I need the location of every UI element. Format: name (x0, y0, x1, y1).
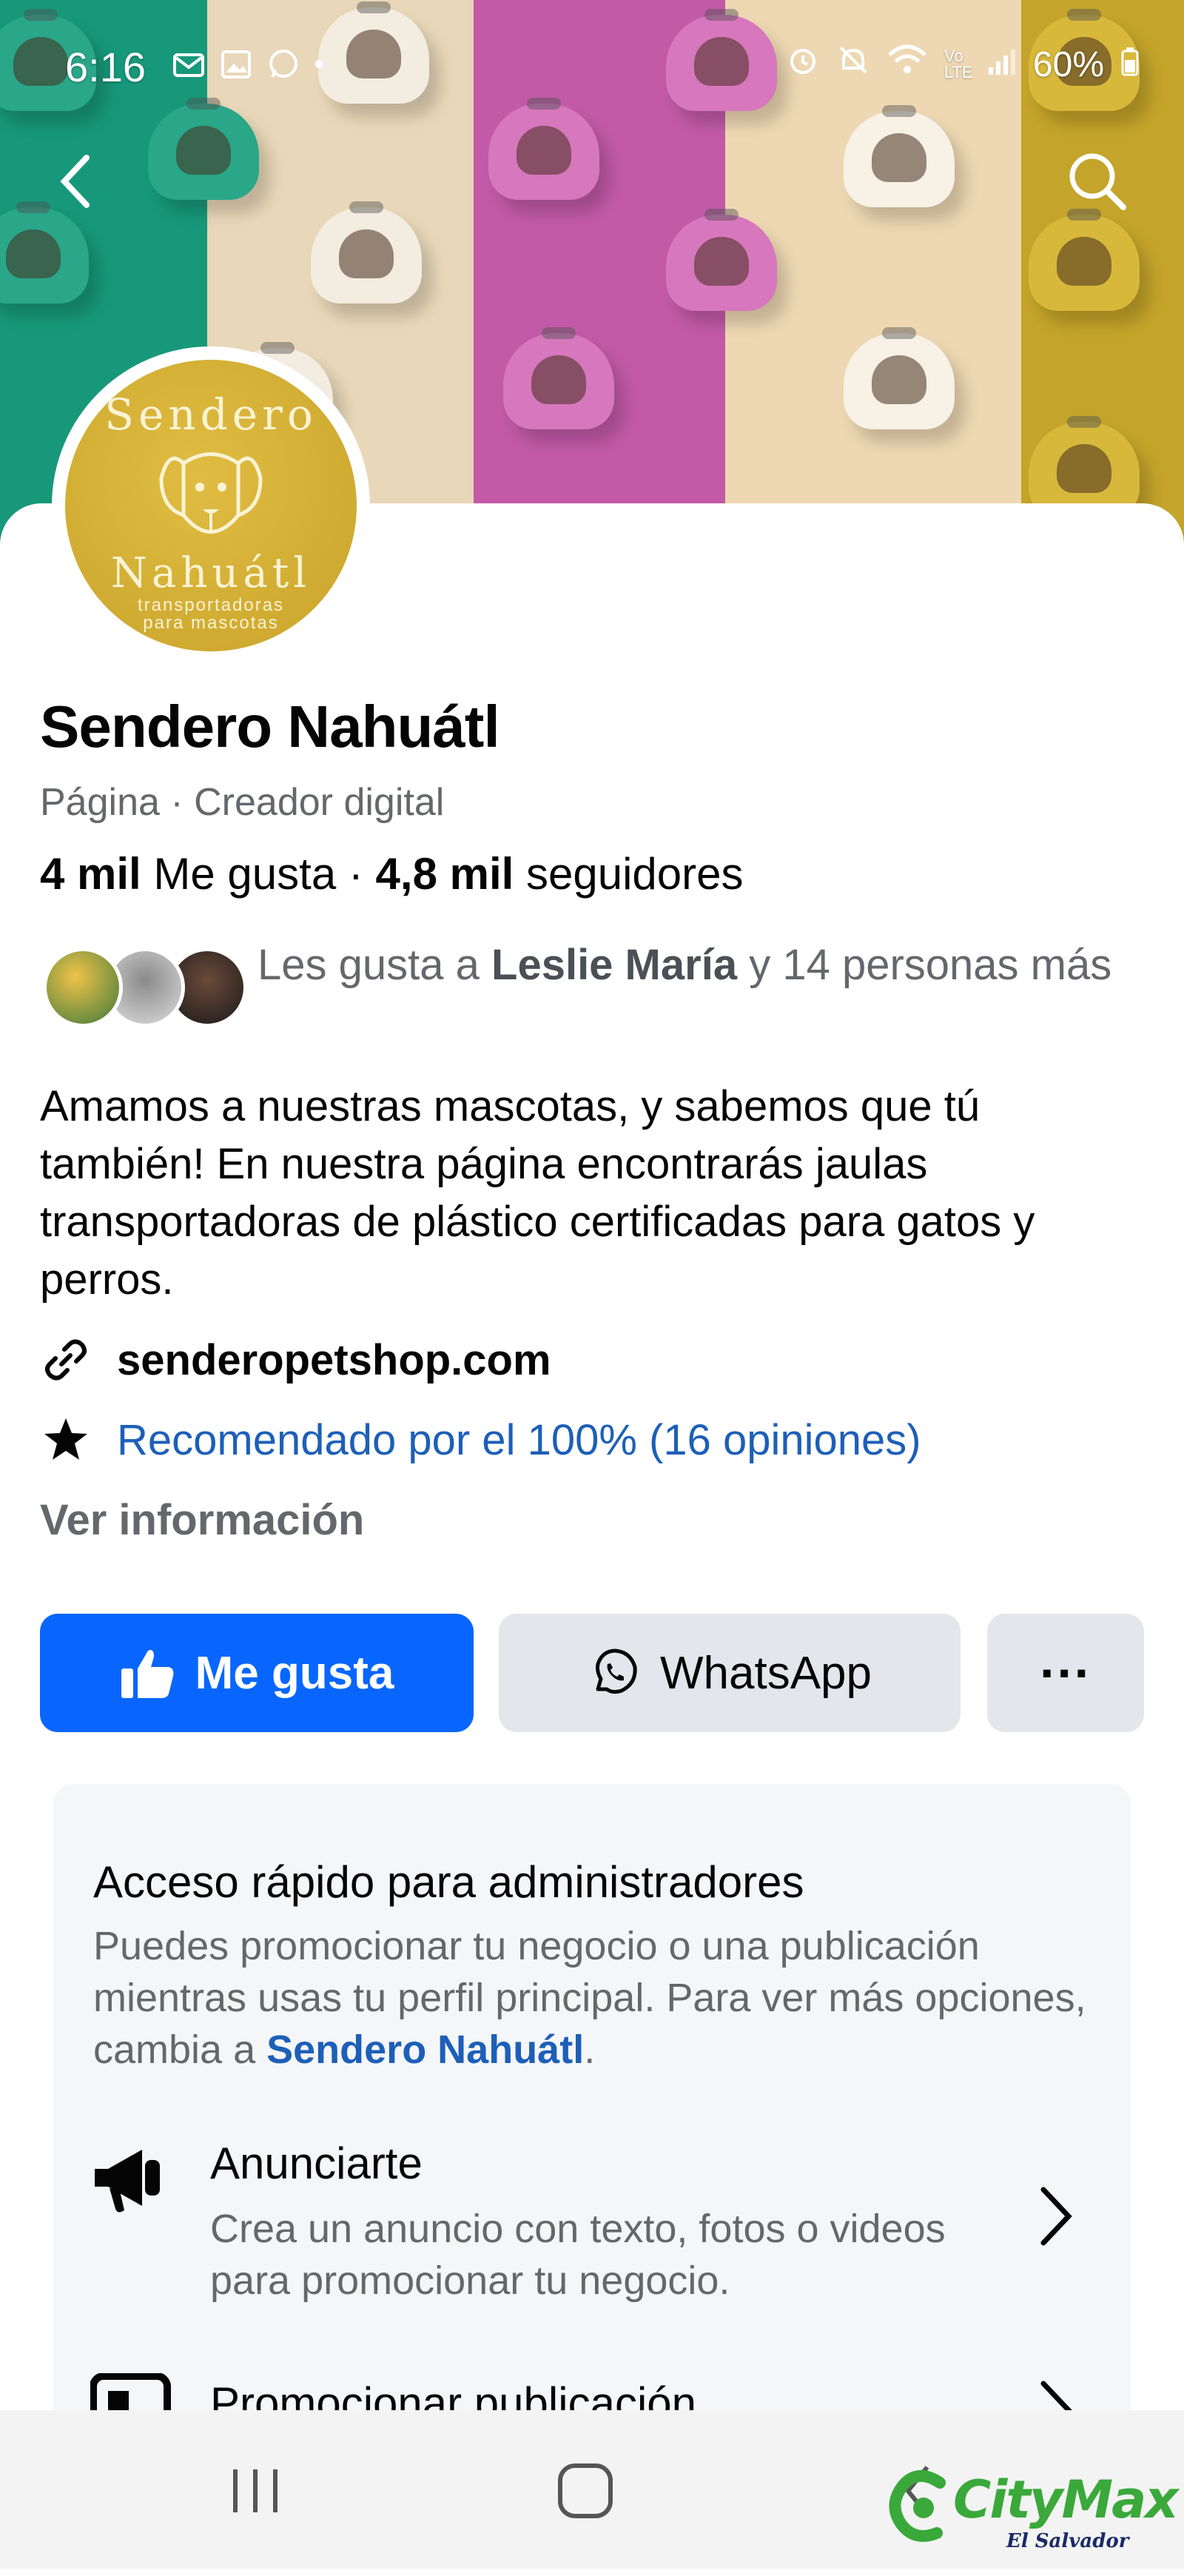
whatsapp-notification-icon (266, 47, 300, 90)
admin-card-text-end: . (584, 2027, 596, 2072)
thumbs-up-icon (121, 1650, 174, 1698)
website-row[interactable]: senderopetshop.com (40, 1334, 551, 1386)
logo-subtitle: transportadoras para mascotas (65, 597, 357, 632)
mail-notification-icon (172, 47, 206, 90)
home-button[interactable] (545, 2450, 626, 2532)
whatsapp-button[interactable]: WhatsApp (499, 1614, 961, 1732)
recommendation-row[interactable]: Recomendado por el 100% (16 opiniones) (40, 1414, 921, 1466)
pet-carrier (311, 201, 422, 303)
advertise-description: Crea un anuncio con texto, fotos o video… (210, 2207, 946, 2303)
whatsapp-icon (595, 1648, 637, 1694)
lte-label: Vo LTE (944, 47, 973, 81)
like-button[interactable]: Me gusta (40, 1614, 474, 1732)
megaphone-icon (90, 2139, 172, 2221)
wifi-icon (887, 43, 928, 86)
system-icons: Vo LTE 60% (786, 43, 1140, 86)
watermark-subtitle: El Salvador (1006, 2530, 1129, 2552)
chevron-left-icon (60, 155, 90, 208)
friend-avatars[interactable] (43, 947, 250, 1036)
battery-icon (1120, 44, 1140, 85)
pet-carrier (666, 209, 777, 311)
dot-icon: • (314, 48, 325, 81)
avatar (43, 947, 123, 1027)
back-button[interactable] (36, 141, 117, 222)
home-icon (558, 2463, 613, 2518)
signal-icon (987, 44, 1017, 85)
followers-label: seguidores (525, 849, 744, 899)
recent-apps-button[interactable] (215, 2450, 296, 2532)
logo-subtitle-line: transportadoras (137, 595, 285, 615)
watermark-brand: CityMax (953, 2469, 1179, 2530)
website-link[interactable]: senderopetshop.com (117, 1335, 551, 1385)
pet-carrier (1029, 209, 1140, 311)
like-button-label: Me gusta (195, 1647, 394, 1699)
gallery-notification-icon (219, 47, 253, 90)
see-info-link[interactable]: Ver información (40, 1495, 364, 1545)
admin-card-title: Acceso rápido para administradores (93, 1857, 804, 1907)
recommendation-link[interactable]: Recomendado por el 100% (16 opiniones) (117, 1415, 921, 1465)
page-description: Amamos a nuestras mascotas, y sabemos qu… (40, 1082, 1035, 1304)
likes-label: Me gusta (153, 849, 337, 899)
pet-carrier (844, 327, 955, 429)
page-title: Sendero Nahuátl (40, 694, 500, 759)
mute-icon (836, 43, 870, 86)
chevron-right-icon[interactable] (1029, 2179, 1080, 2253)
friends-prefix: Les gusta a (258, 941, 480, 989)
friend-name[interactable]: Leslie María (491, 941, 737, 989)
more-icon: ··· (1040, 1644, 1092, 1702)
stats-separator: · (336, 849, 376, 899)
advertise-title[interactable]: Anunciarte (210, 2138, 423, 2189)
logo-text-top: Sendero (104, 389, 317, 440)
recent-apps-icon (233, 2469, 278, 2512)
dog-logo-icon (159, 452, 263, 534)
star-icon (40, 1414, 92, 1466)
switch-profile-link[interactable]: Sendero Nahuátl (266, 2027, 584, 2072)
page-category: Página · Creador digital (40, 781, 445, 824)
logo-subtitle-line: para mascotas (143, 613, 279, 633)
link-icon (40, 1334, 92, 1386)
search-button[interactable] (1057, 141, 1138, 222)
citymax-logo-icon (889, 2470, 946, 2542)
status-time: 6:16 (65, 44, 146, 90)
battery-level: 60% (1032, 44, 1104, 84)
notification-icons: • (172, 47, 324, 90)
alarm-icon (786, 43, 820, 86)
whatsapp-button-label: WhatsApp (659, 1647, 872, 1699)
likes-count: 4 mil (40, 849, 141, 899)
followers-count: 4,8 mil (375, 849, 514, 899)
admin-card-description: Puedes promocionar tu negocio o una publ… (93, 1920, 1100, 2076)
search-icon (1069, 153, 1126, 210)
pet-carrier (503, 327, 614, 429)
page-stats[interactable]: 4 mil Me gusta · 4,8 mil seguidores (40, 848, 744, 899)
status-bar: 6:16 • Vo LTE 60% (0, 0, 1184, 133)
more-options-button[interactable]: ··· (987, 1614, 1144, 1732)
friends-suffix: y 14 personas más (749, 941, 1112, 989)
profile-picture[interactable]: Sendero Nahuátl transportadoras para mas… (65, 360, 357, 651)
logo-text-bottom: Nahuátl (110, 549, 312, 597)
friends-like-text[interactable]: Les gusta a Leslie María y 14 personas m… (258, 937, 1146, 993)
